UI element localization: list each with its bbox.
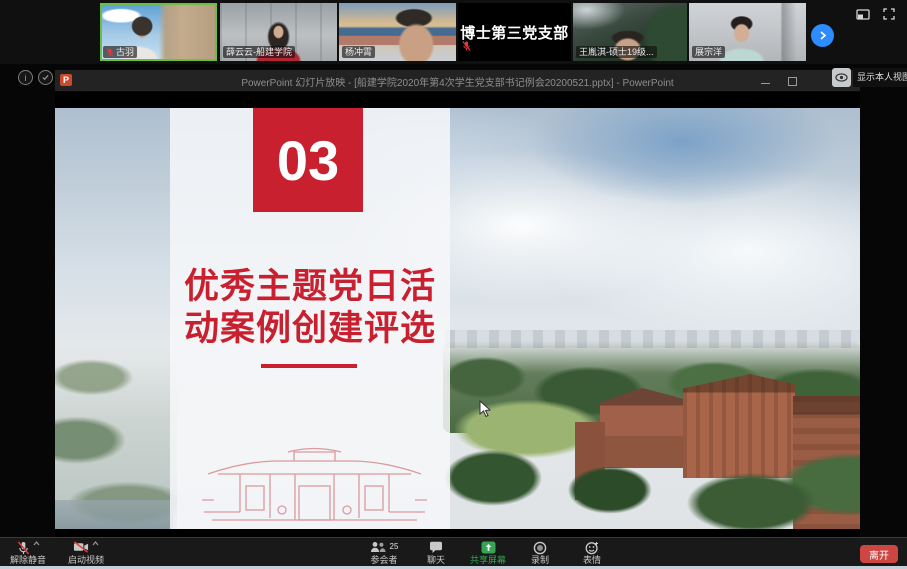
participant-tile-2[interactable]: 薛云云-船建学院 xyxy=(220,3,337,61)
meeting-window: 古羽 薛云云-船建学院 杨冲霄 博士第三党支部 王胤淇-硕士19级... xyxy=(0,0,907,569)
video-filmstrip: 古羽 薛云云-船建学院 杨冲霄 博士第三党支部 王胤淇-硕士19级... xyxy=(0,0,907,64)
participant-name-badge: 杨冲霄 xyxy=(342,46,375,58)
participants-icon xyxy=(370,541,386,553)
mouse-cursor xyxy=(479,400,491,418)
participant-tile-4-video-off[interactable]: 博士第三党支部 xyxy=(458,3,571,61)
section-number-box: 03 xyxy=(253,108,363,212)
eye-icon[interactable] xyxy=(832,68,851,87)
participants-button[interactable]: 25 参会者 xyxy=(358,538,410,566)
participant-name-badge: 展宗洋 xyxy=(692,46,725,58)
participants-count: 25 xyxy=(390,541,399,552)
mic-muted-icon xyxy=(17,541,30,555)
reactions-label: 表情 xyxy=(583,555,601,566)
participant-name: 薛云云-船建学院 xyxy=(226,46,292,58)
slide-title-line2: 动案例创建评选 xyxy=(170,308,450,350)
record-button[interactable]: 录制 xyxy=(514,538,566,566)
show-self-view-control[interactable]: 显示本人视图 xyxy=(832,68,907,87)
participant-name: 杨冲霄 xyxy=(345,46,372,58)
participant-name: 王胤淇-硕士19级... xyxy=(579,46,654,58)
window-title: PowerPoint 幻灯片放映 - [船建学院2020年第4次学生党支部书记例… xyxy=(55,74,860,89)
unmute-button[interactable]: 解除静音 xyxy=(10,538,46,566)
mic-muted-icon xyxy=(106,47,114,58)
chevron-right-icon xyxy=(818,31,827,40)
participant-name: 古羽 xyxy=(116,46,134,58)
start-video-button[interactable]: 启动视频 xyxy=(68,538,104,566)
gate-line-drawing xyxy=(202,442,427,526)
share-screen-button[interactable]: 共享屏幕 xyxy=(462,538,514,566)
chat-label: 聊天 xyxy=(427,555,445,566)
chevron-up-icon[interactable] xyxy=(33,541,40,546)
reactions-smiley-icon xyxy=(585,541,599,555)
participant-name-badge: 古羽 xyxy=(103,46,137,58)
gallery-view-icon[interactable] xyxy=(856,9,870,20)
participants-label: 参会者 xyxy=(370,555,397,566)
meeting-info-icon[interactable]: i xyxy=(18,70,33,85)
self-view-label: 显示本人视图 xyxy=(853,68,907,87)
meeting-toolbar: 解除静音 启动视频 25 参会者 xyxy=(0,537,907,566)
next-participants-button[interactable] xyxy=(811,24,834,47)
participant-name-badge: 王胤淇-硕士19级... xyxy=(576,46,657,58)
leave-meeting-button[interactable]: 离开 xyxy=(860,545,898,563)
participant-name: 博士第三党支部 xyxy=(460,22,569,43)
fullscreen-icon[interactable] xyxy=(883,8,895,20)
chat-icon xyxy=(429,541,443,554)
participant-tile-5[interactable]: 王胤淇-硕士19级... xyxy=(573,3,687,61)
record-icon xyxy=(533,541,547,555)
water-body xyxy=(55,500,173,529)
unmute-label: 解除静音 xyxy=(10,555,46,566)
reactions-button[interactable]: 表情 xyxy=(566,538,618,566)
maximize-button[interactable] xyxy=(788,77,797,86)
encryption-shield-icon[interactable] xyxy=(38,70,53,85)
participant-name: 展宗洋 xyxy=(695,46,722,58)
participant-name-badge: 薛云云-船建学院 xyxy=(223,46,295,58)
minimize-button[interactable] xyxy=(761,83,770,84)
participant-tile-1[interactable]: 古羽 xyxy=(100,3,217,61)
camera-off-icon xyxy=(73,541,89,553)
title-underline xyxy=(261,364,357,368)
slide-title: 优秀主题党日活 动案例创建评选 xyxy=(170,266,450,350)
slide-title-line1: 优秀主题党日活 xyxy=(170,266,450,308)
participant-tile-6[interactable]: 展宗洋 xyxy=(689,3,806,61)
participant-tile-3[interactable]: 杨冲霄 xyxy=(339,3,456,61)
powerpoint-slide: 03 优秀主题党日活 动案例创建评选 xyxy=(55,108,860,529)
share-screen-icon xyxy=(481,541,496,554)
share-screen-label: 共享屏幕 xyxy=(470,555,506,566)
shared-screen-area: 03 优秀主题党日活 动案例创建评选 xyxy=(55,92,860,537)
record-label: 录制 xyxy=(531,555,549,566)
mic-muted-icon xyxy=(462,39,471,57)
start-video-label: 启动视频 xyxy=(68,555,104,566)
chevron-up-icon[interactable] xyxy=(92,541,99,546)
chat-button[interactable]: 聊天 xyxy=(410,538,462,566)
foreground-trees xyxy=(443,436,860,529)
shared-window-titlebar: P PowerPoint 幻灯片放映 - [船建学院2020年第4次学生党支部书… xyxy=(55,70,860,91)
